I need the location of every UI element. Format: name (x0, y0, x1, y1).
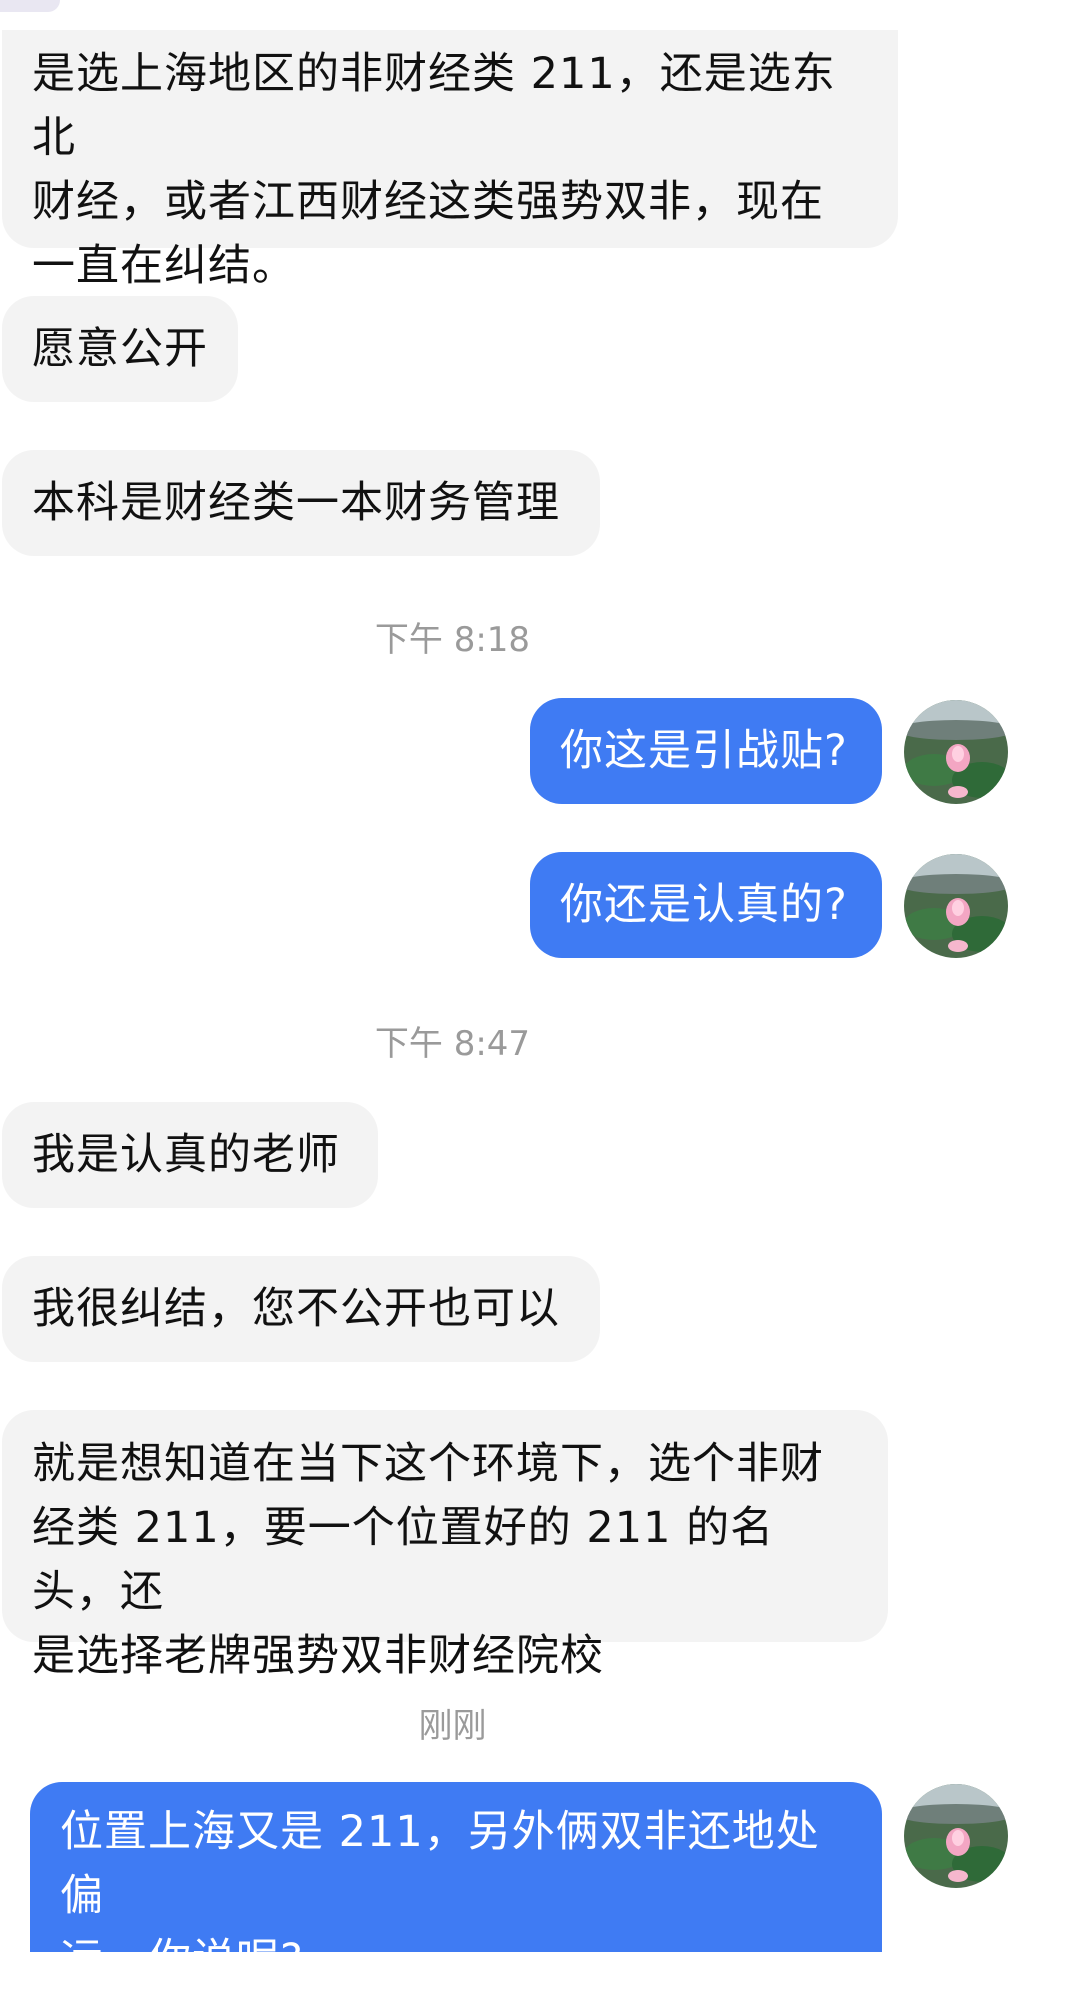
incoming-message-bubble[interactable]: 我是认真的老师 (2, 1102, 378, 1208)
incoming-message-bubble[interactable]: 是选上海地区的非财经类 211，还是选东北 财经，或者江西财经这类强势双非，现在… (2, 30, 898, 291)
user-avatar-icon[interactable] (904, 854, 1008, 958)
incoming-message-bubble[interactable]: 愿意公开 (2, 296, 238, 402)
user-avatar-icon[interactable] (904, 700, 1008, 804)
top-strip (0, 0, 1080, 30)
timestamp: 下午 8:18 (374, 620, 531, 660)
incoming-message-bubble[interactable]: 本科是财经类一本财务管理 (2, 450, 600, 556)
outgoing-message-bubble[interactable]: 你还是认真的? (530, 852, 882, 958)
user-avatar-icon[interactable] (904, 1784, 1008, 1888)
timestamp: 刚刚 (418, 1706, 487, 1746)
incoming-message-bubble[interactable]: 就是想知道在当下这个环境下，选个非财 经类 211，要一个位置好的 211 的名… (2, 1410, 888, 1681)
outgoing-message-bubble[interactable]: 位置上海又是 211，另外俩双非还地处偏 远，你说呢? (30, 1782, 882, 1985)
incoming-message-bubble[interactable]: 我很纠结，您不公开也可以 (2, 1256, 600, 1362)
top-accent (0, 0, 60, 12)
outgoing-message-bubble[interactable]: 你这是引战贴? (530, 698, 882, 804)
timestamp: 下午 8:47 (374, 1024, 531, 1064)
